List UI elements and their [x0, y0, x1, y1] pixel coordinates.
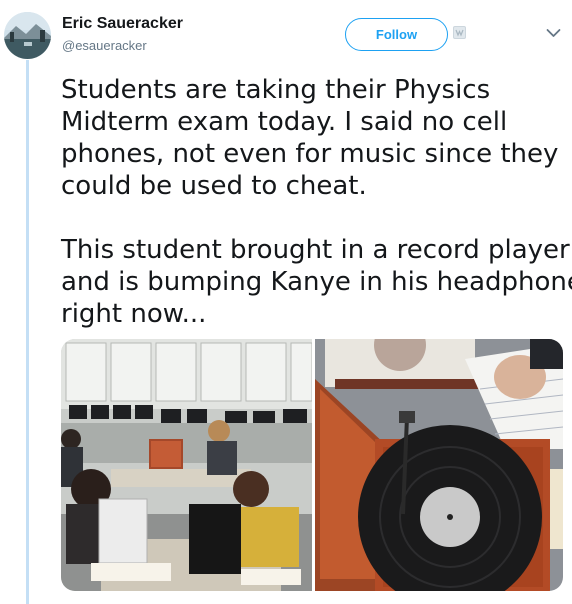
tweet-photo-record-player[interactable] [315, 339, 563, 591]
user-handle[interactable]: @esaueracker [62, 38, 147, 53]
tweet-line: Midterm exam today. I said no cell [61, 107, 508, 137]
user-display-name[interactable]: Eric Saueracker [62, 15, 183, 33]
tweet-photo-classroom[interactable] [61, 339, 312, 591]
thread-line [26, 60, 29, 604]
follow-button[interactable]: Follow [345, 18, 448, 51]
notification-badge-icon [453, 26, 466, 39]
avatar[interactable] [4, 12, 51, 59]
chevron-down-icon[interactable] [546, 28, 561, 38]
tweet-line: and is bumping Kanye in his headphones [61, 267, 572, 297]
tweet-text: Students are taking their Physics Midter… [61, 74, 572, 330]
tweet-line: This student brought in a record player [61, 235, 570, 265]
tweet-line: right now... [61, 299, 207, 329]
tweet-line: Students are taking their Physics [61, 75, 491, 105]
tweet-line: phones, not even for music since they [61, 139, 559, 169]
tweet-line: could be used to cheat. [61, 171, 367, 201]
